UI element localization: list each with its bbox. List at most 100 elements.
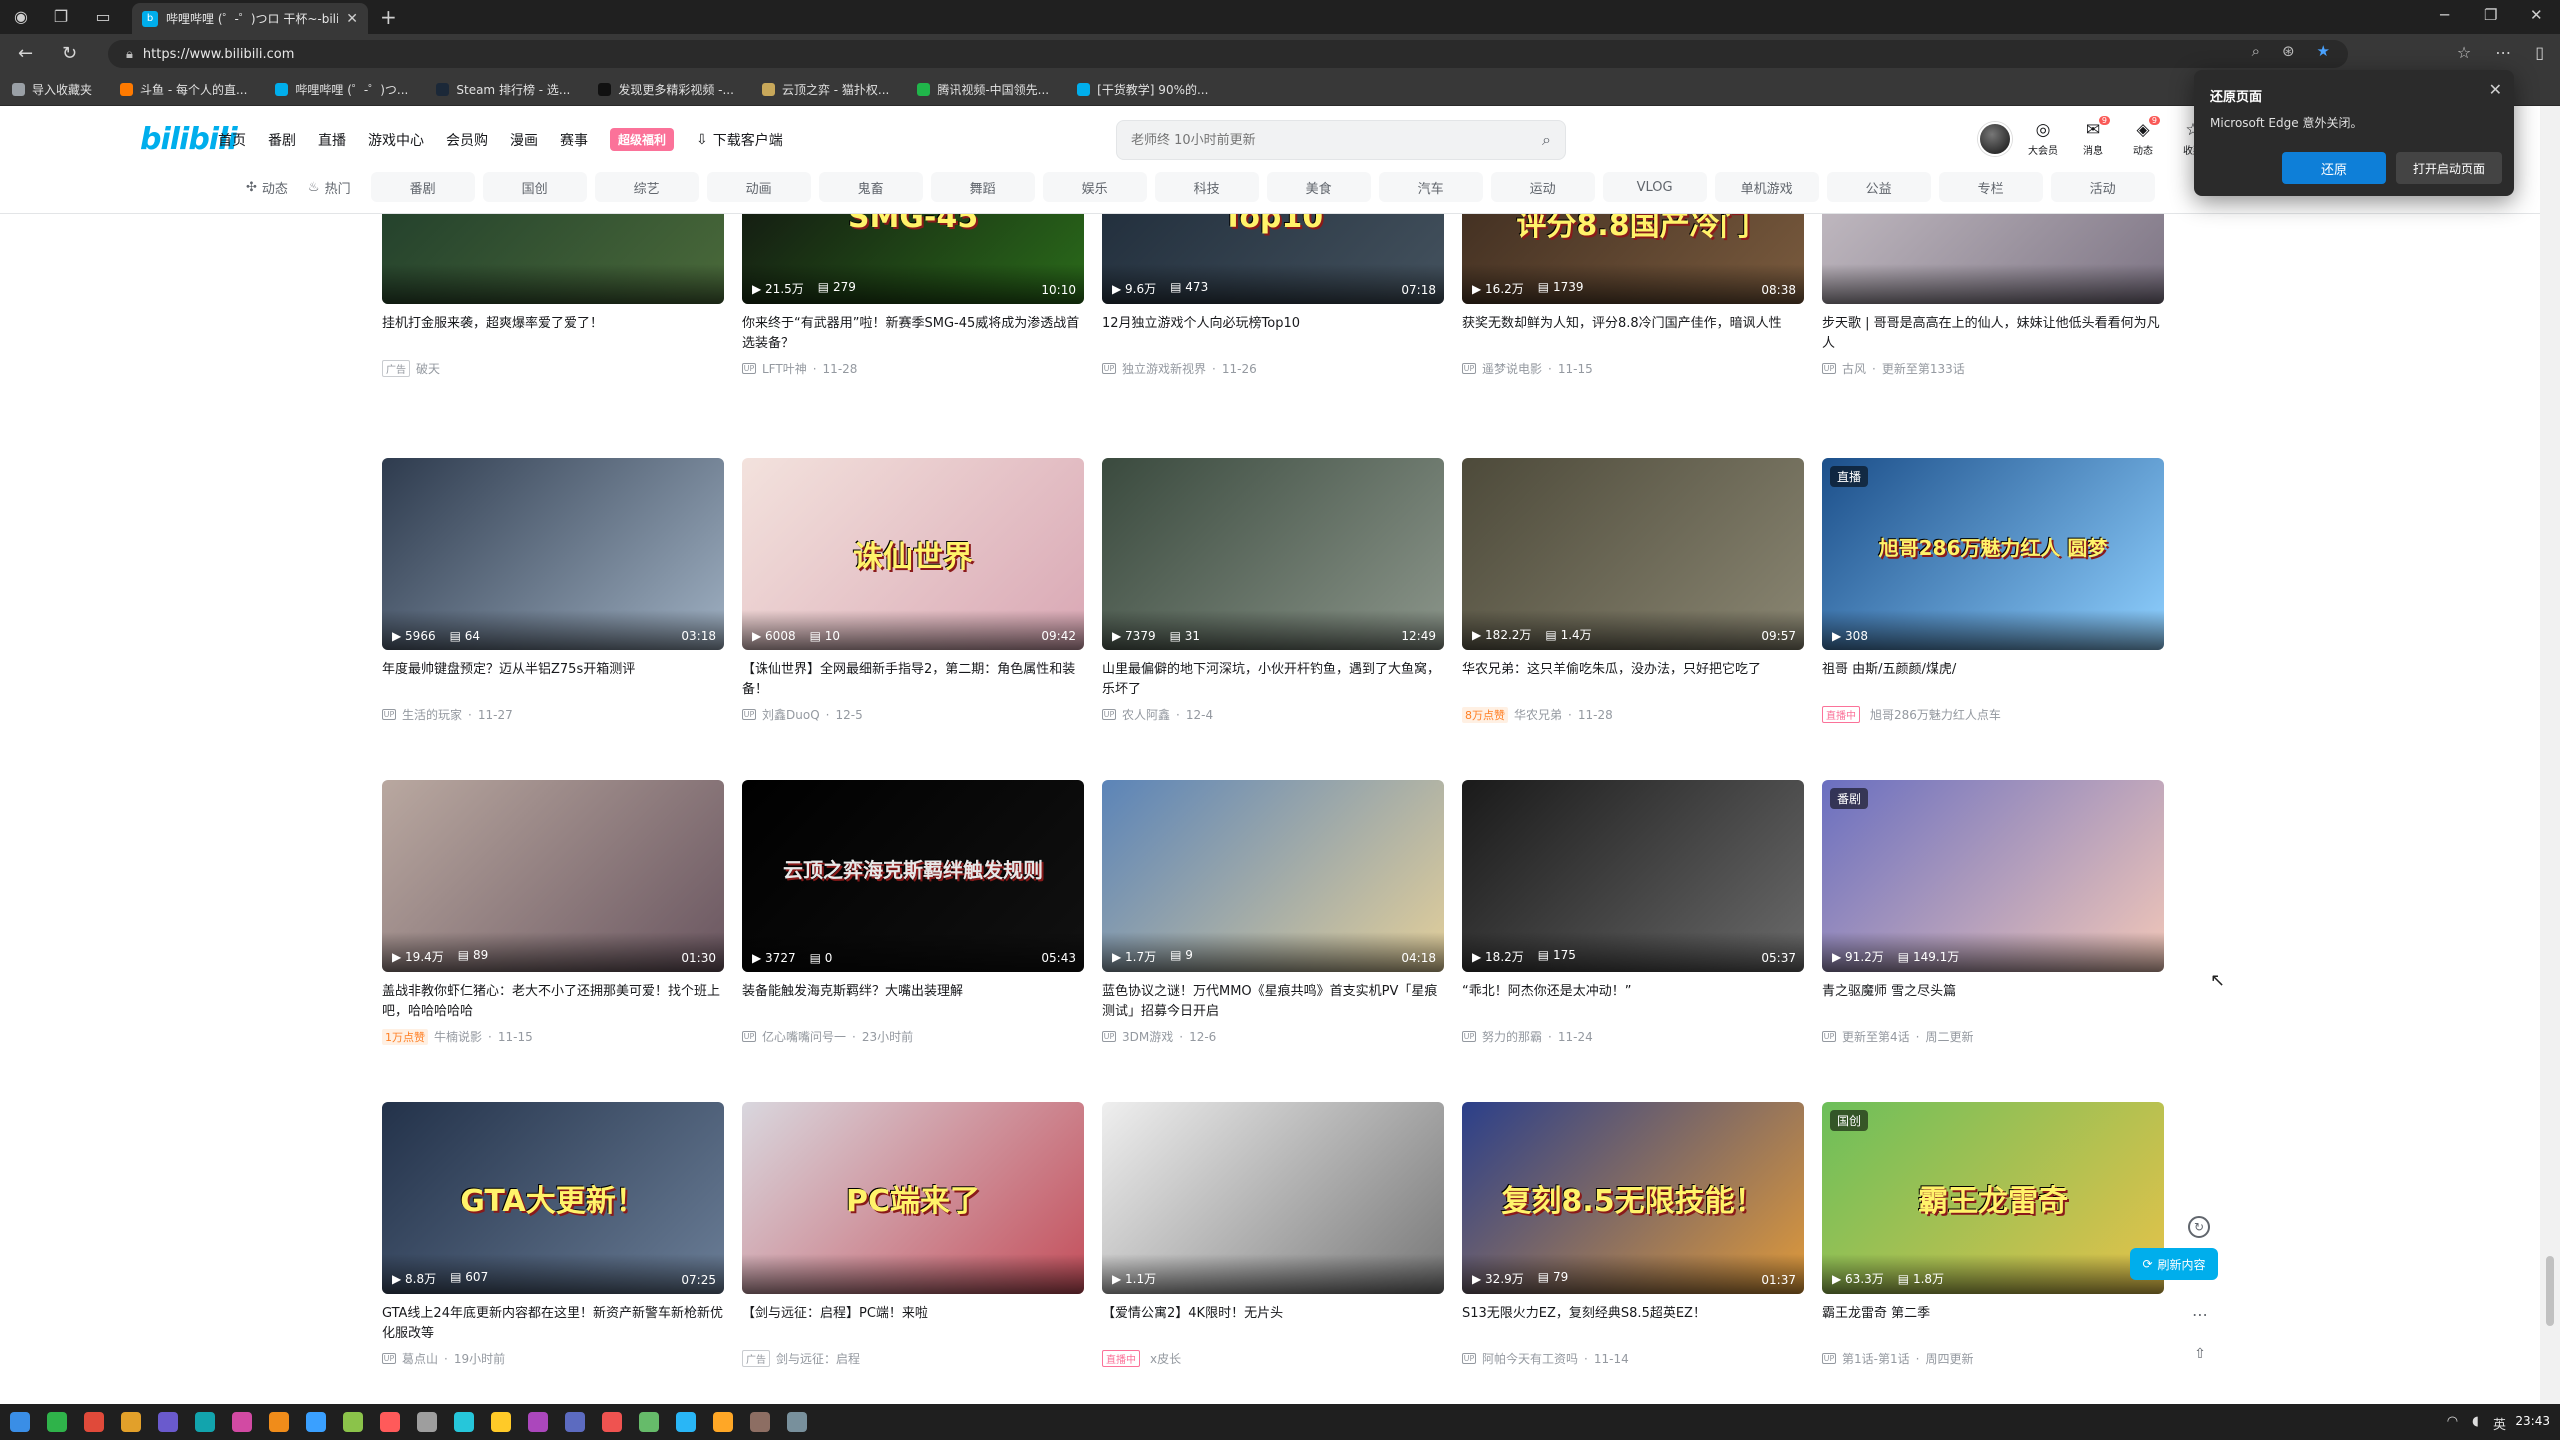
page-scrollbar[interactable] [2540,106,2560,1404]
video-title[interactable]: 年度最帅键盘预定？迈从半铝Z75s开箱测评 [382,660,724,700]
address-field[interactable]: 🔒︎ https://www.bilibili.com [108,40,2348,68]
video-title[interactable]: 华农兄弟：这只羊偷吃朱瓜，没办法，只好把它吃了 [1462,660,1804,700]
bookmark-item[interactable]: 发现更多精彩视频 -... [598,81,734,98]
video-card[interactable]: ▶ 5966 ▤ 64 03:18 年度最帅键盘预定？迈从半铝Z75s开箱测评 UP 生活… [382,458,724,723]
taskbar-app-icon[interactable] [195,1412,215,1432]
channel-tab[interactable]: 单机游戏 [1714,172,1819,202]
video-thumbnail[interactable]: 云顶之弈海克斯羁绊触发规则 ▶ 3727 ▤ 0 05:43 [742,780,1084,972]
top-nav-item[interactable]: 番剧 [268,130,296,150]
video-title[interactable]: 盖战非教你虾仁猪心：老大不小了还拥那美可爱！找个班上吧，哈哈哈哈哈 [382,982,724,1022]
promo-badge[interactable]: 超级福利 [610,128,675,151]
video-title[interactable]: 【诛仙世界】全网最细新手指导2，第二期：角色属性和装备！ [742,660,1084,700]
video-author[interactable]: 破天 [416,360,440,377]
video-card[interactable]: ▶ 19.4万 ▤ 89 01:30 盖战非教你虾仁猪心：老大不小了还拥那美可爱！找个… [382,780,724,1045]
download-client-link[interactable]: ⇩ 下载客户端 [696,130,783,150]
taskbar-app-icon[interactable] [676,1412,696,1432]
bookmark-item[interactable]: Steam 排行榜 - 选... [436,81,570,98]
top-nav-item[interactable]: 赛事 [560,130,588,150]
taskbar-app-icon[interactable] [417,1412,437,1432]
video-title[interactable]: “乖北！阿杰你还是太冲动！” [1462,982,1804,1022]
video-card[interactable]: ▶ 1.7万 ▤ 9 04:18 蓝色协议之谜！万代MMO《星痕共鸣》首支实机PV「星… [1102,780,1444,1045]
bookmark-item[interactable]: 导入收藏夹 [12,81,92,98]
video-thumbnail[interactable]: ▶ 5966 ▤ 64 03:18 [382,458,724,650]
video-card[interactable]: 诛仙世界 ▶ 6008 ▤ 10 09:42 【诛仙世界】全网最细新手指导2，第二期：角… [742,458,1084,723]
back-icon[interactable]: ← [18,43,33,64]
video-author[interactable]: 阿帕今天有工资吗 [1482,1350,1578,1367]
video-author[interactable]: 第1话-第1话 [1842,1350,1910,1367]
channel-tab[interactable]: 动画 [706,172,811,202]
top-nav-item[interactable]: 漫画 [510,130,538,150]
volume-icon[interactable]: ◖ [2472,1414,2479,1433]
channel-tab[interactable]: 公益 [1826,172,1931,202]
video-title[interactable]: 【剑与远征：启程】PC端！来啦 [742,1304,1084,1344]
video-card[interactable]: ▶ 18.2万 ▤ 175 05:37 “乖北！阿杰你还是太冲动！” UP 努力的那霸 · 1… [1462,780,1804,1045]
rotate-icon[interactable]: ↻ [2188,1216,2210,1238]
taskbar-app-icon[interactable] [528,1412,548,1432]
new-tab-icon[interactable]: + [380,6,397,28]
favorite-star-icon[interactable]: ★ [2317,42,2330,60]
edge-profile-icon[interactable]: ◉ [10,6,32,28]
taskbar-app-icon[interactable] [269,1412,289,1432]
video-title[interactable]: 祖哥 由斯/五颜颜/煤虎/ [1822,660,2164,700]
video-card[interactable]: 旭哥286万魅力红人 圆梦 直播 ▶ 308 祖哥 由斯/五颜颜/煤虎/直播中 旭哥28… [1822,458,2164,723]
back-to-top-icon[interactable]: ⇧ [2188,1342,2212,1366]
refresh-content-button[interactable]: ⟳ 刷新内容 [2130,1248,2218,1280]
taskbar-app-icon[interactable] [602,1412,622,1432]
video-author[interactable]: 旭哥286万魅力红人点车 [1870,706,2001,723]
channel-tab[interactable]: 番剧 [370,172,475,202]
bookmark-item[interactable]: 云顶之弈 - 猫扑权... [761,81,889,98]
channel-main-1[interactable]: ♨ 热门 [308,178,351,197]
channel-tab[interactable]: 专栏 [1938,172,2043,202]
taskbar-app-icon[interactable] [750,1412,770,1432]
video-title[interactable]: 青之驱魔师 雪之尽头篇 [1822,982,2164,1022]
taskbar-app-icon[interactable] [343,1412,363,1432]
channel-tab[interactable]: 汽车 [1378,172,1483,202]
channel-tab[interactable]: 国创 [482,172,587,202]
wifi-icon[interactable]: ◠ [2447,1414,2458,1433]
video-author[interactable]: 遥梦说电影 [1482,360,1542,377]
video-card[interactable]: 云顶之弈海克斯羁绊触发规则 ▶ 3727 ▤ 0 05:43 装备能触发海克斯羁绊？大嘴… [742,780,1084,1045]
video-thumbnail[interactable]: ▶ 1.1万 [1102,1102,1444,1294]
search-box[interactable]: ⌕ [1116,120,1566,160]
video-author[interactable]: 亿心嘴嘴问号一 [762,1028,846,1045]
video-author[interactable]: 古风 [1842,360,1866,377]
channel-tab[interactable]: 活动 [2050,172,2155,202]
header-icon-2[interactable]: ◈ 动态 9 [2126,116,2160,157]
video-author[interactable]: 葛点山 [402,1350,438,1367]
reload-icon[interactable]: ↻ [62,43,77,64]
taskbar-app-icon[interactable] [121,1412,141,1432]
restore-icon[interactable]: ❐ [2484,6,2497,24]
sidebar-icon[interactable]: ▯ [2535,43,2544,62]
video-card[interactable]: ▶ 182.2万 ▤ 1.4万 09:57 华农兄弟：这只羊偷吃朱瓜，没办法，只好把它… [1462,458,1804,723]
taskbar-app-icon[interactable] [380,1412,400,1432]
video-author[interactable]: 努力的那霸 [1482,1028,1542,1045]
taskbar-app-icon[interactable] [10,1412,30,1432]
video-author[interactable]: 3DM游戏 [1122,1028,1173,1045]
taskbar-app-icon[interactable] [454,1412,474,1432]
top-nav-item[interactable]: 首页 [218,130,246,150]
taskbar-app-icon[interactable] [491,1412,511,1432]
video-thumbnail[interactable]: 霸王龙雷奇 国创 ▶ 63.3万 ▤ 1.8万 [1822,1102,2164,1294]
video-thumbnail[interactable]: GTA大更新！ ▶ 8.8万 ▤ 607 07:25 [382,1102,724,1294]
ime-label[interactable]: 英 [2493,1414,2506,1433]
video-title[interactable]: 12月独立游戏个人向必玩榜Top10 [1102,314,1444,354]
video-author[interactable]: 独立游戏新视界 [1122,360,1206,377]
video-title[interactable]: 你来终于“有武器用”啦！新赛季SMG-45威将成为渗透战首选装备？ [742,314,1084,354]
video-author[interactable]: 生活的玩家 [402,706,462,723]
browser-tab-active[interactable]: b 哔哩哔哩 (゜-゜)つロ 干杯~-bilibili ✕ [132,3,368,34]
video-title[interactable]: 霸王龙雷奇 第二季 [1822,1304,2164,1344]
video-author[interactable]: 农人阿鑫 [1122,706,1170,723]
video-title[interactable]: 获奖无数却鲜为人知，评分8.8冷门国产佳作，暗讽人性 [1462,314,1804,354]
header-icon-1[interactable]: ✉ 消息 9 [2076,116,2110,157]
video-card[interactable]: ▶ 7379 ▤ 31 12:49 山里最偏僻的地下河深坑，小伙开杆钓鱼，遇到了大鱼窝… [1102,458,1444,723]
video-title[interactable]: 【爱情公寓2】4K限时！无片头 [1102,1304,1444,1344]
taskbar-app-icon[interactable] [565,1412,585,1432]
video-thumbnail[interactable]: ▶ 19.4万 ▤ 89 01:30 [382,780,724,972]
tab-close-icon[interactable]: ✕ [346,11,358,27]
taskbar-app-icon[interactable] [639,1412,659,1432]
video-author[interactable]: 刘鑫DuoQ [762,706,820,723]
scrollbar-thumb[interactable] [2546,1256,2554,1326]
workspaces-icon[interactable]: ❐ [50,6,72,28]
taskbar-app-icon[interactable] [47,1412,67,1432]
video-thumbnail[interactable]: PC端来了 [742,1102,1084,1294]
